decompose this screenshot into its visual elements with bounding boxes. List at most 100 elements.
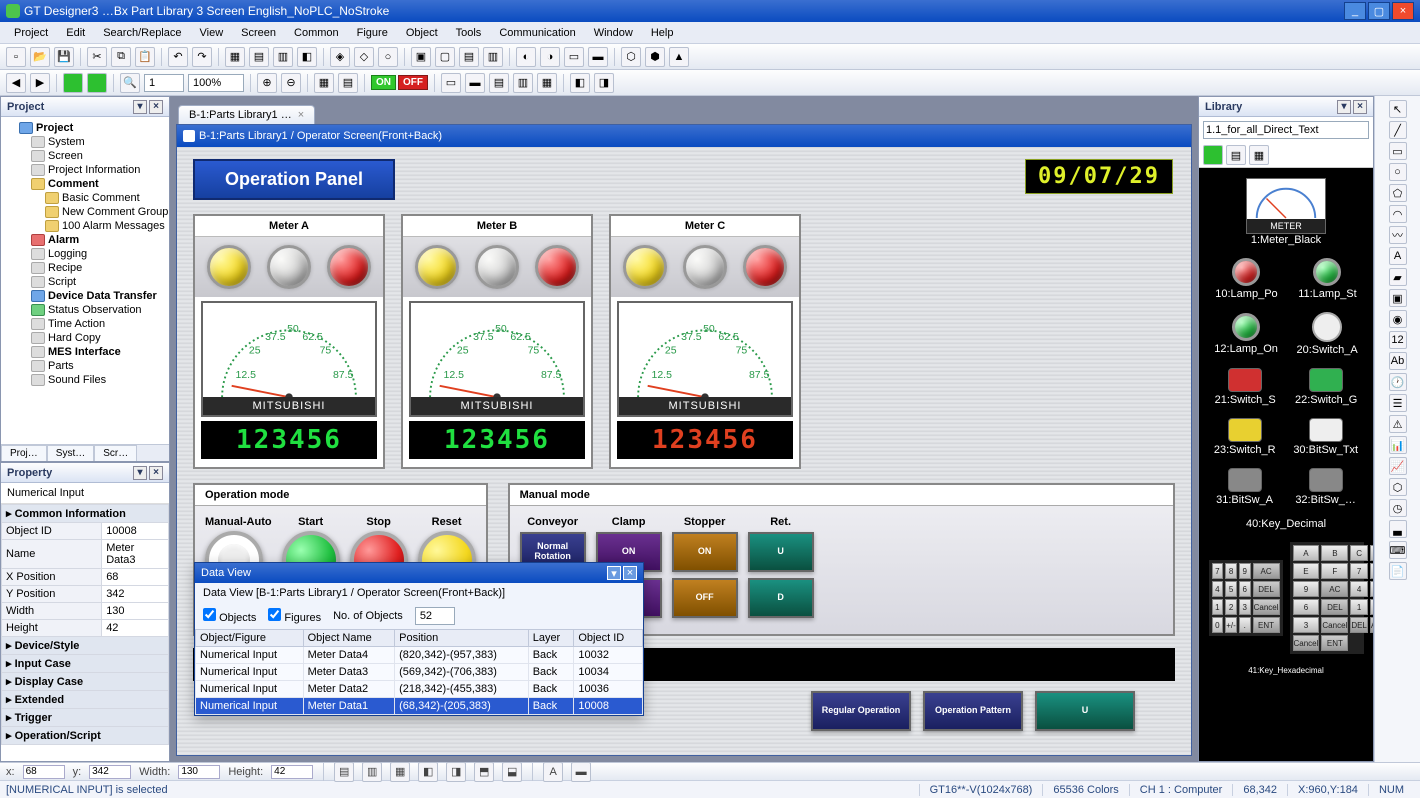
tool-icon[interactable]: ▭ xyxy=(441,73,461,93)
keypad-key[interactable]: A xyxy=(1293,545,1320,561)
menu-figure[interactable]: Figure xyxy=(349,25,396,41)
manual-button[interactable]: OFF xyxy=(672,578,738,618)
keypad-key[interactable]: 7 xyxy=(1350,563,1368,579)
property-row[interactable]: Object ID10008 xyxy=(2,523,169,540)
table-row[interactable]: Numerical InputMeter Data3(569,342)-(706… xyxy=(196,664,643,681)
keypad-key[interactable]: DEL xyxy=(1321,599,1348,615)
x-input[interactable] xyxy=(23,765,65,779)
tree-item[interactable]: Time Action xyxy=(5,317,165,331)
align-icon[interactable]: ▤ xyxy=(334,762,354,782)
tool-icon[interactable]: ▤ xyxy=(249,47,269,67)
arrow-icon[interactable]: ↖ xyxy=(1389,100,1407,118)
lamp-red[interactable] xyxy=(535,245,579,289)
align-icon[interactable]: ▥ xyxy=(362,762,382,782)
table-row[interactable]: Numerical InputMeter Data2(218,342)-(455… xyxy=(196,681,643,698)
analog-gauge[interactable]: 05010012.52537.562.57587.5MITSUBISHI xyxy=(409,301,585,417)
nav-icon[interactable]: ▶ xyxy=(30,73,50,93)
tool-icon[interactable]: ○ xyxy=(378,47,398,67)
property-row[interactable]: X Position68 xyxy=(2,569,169,586)
part-library-grid[interactable]: METER 1:Meter_Black 10:Lamp_Po11:Lamp_St… xyxy=(1199,168,1373,761)
lamp-yellow[interactable] xyxy=(415,245,459,289)
tree-item[interactable]: Logging xyxy=(5,247,165,261)
fill-icon[interactable]: ▰ xyxy=(1389,268,1407,286)
align-icon[interactable]: ▦ xyxy=(390,762,410,782)
keypad-key[interactable]: E xyxy=(1293,563,1320,579)
manual-button[interactable]: ON xyxy=(672,532,738,572)
poly-icon[interactable]: ⬠ xyxy=(1389,184,1407,202)
keypad-key[interactable]: 6 xyxy=(1239,581,1251,597)
library-item[interactable]: 20:Switch_A xyxy=(1297,312,1358,356)
lib-tool-icon[interactable]: ▤ xyxy=(1226,145,1246,165)
data-view-table[interactable]: Object/FigureObject NamePositionLayerObj… xyxy=(195,629,643,715)
keypad-key[interactable]: 2 xyxy=(1225,599,1237,615)
tool-icon[interactable]: ◑ xyxy=(540,47,560,67)
nav-button[interactable]: Regular Operation xyxy=(811,691,911,731)
meter-icon[interactable]: ◷ xyxy=(1389,499,1407,517)
library-dropdown[interactable] xyxy=(1203,121,1369,139)
tool-icon[interactable]: ▣ xyxy=(411,47,431,67)
analog-gauge[interactable]: 05010012.52537.562.57587.5MITSUBISHI xyxy=(617,301,793,417)
menu-edit[interactable]: Edit xyxy=(58,25,93,41)
clock-icon[interactable]: 🕐 xyxy=(1389,373,1407,391)
keypad-key[interactable]: 7 xyxy=(1212,563,1224,579)
paste-icon[interactable]: 📋 xyxy=(135,47,155,67)
lamp-red[interactable] xyxy=(743,245,787,289)
keypad-key[interactable]: 4 xyxy=(1212,581,1224,597)
y-input[interactable] xyxy=(89,765,131,779)
keypad-key[interactable]: D xyxy=(1370,545,1373,561)
tree-item[interactable]: Alarm xyxy=(5,233,165,247)
keypad-key[interactable]: Cancel xyxy=(1321,617,1348,633)
tool-icon[interactable]: ▦ xyxy=(225,47,245,67)
list-icon[interactable]: ☰ xyxy=(1389,394,1407,412)
property-row[interactable]: Width130 xyxy=(2,603,169,620)
lamp-gray[interactable] xyxy=(475,245,519,289)
menu-help[interactable]: Help xyxy=(643,25,682,41)
keypad-key[interactable]: ENT xyxy=(1253,617,1280,633)
panel-pin-icon[interactable]: ▾ xyxy=(1337,100,1351,114)
library-item[interactable]: 30:BitSw_Txt xyxy=(1293,418,1358,456)
keypad-key[interactable]: 8 xyxy=(1225,563,1237,579)
keypad-key[interactable]: AC xyxy=(1370,617,1373,633)
library-item[interactable]: 22:Switch_G xyxy=(1295,368,1357,406)
tab-close-icon[interactable]: × xyxy=(298,109,304,121)
ascii-icon[interactable]: Ab xyxy=(1389,352,1407,370)
slider-icon[interactable]: ▃ xyxy=(1389,520,1407,538)
window-close-button[interactable]: × xyxy=(1392,2,1414,20)
play-icon[interactable] xyxy=(63,73,83,93)
lamp-gray[interactable] xyxy=(683,245,727,289)
tool-icon[interactable]: ◧ xyxy=(570,73,590,93)
tree-item[interactable]: Sound Files xyxy=(5,373,165,387)
grid-icon[interactable]: ▦ xyxy=(314,73,334,93)
rect-icon[interactable]: ▭ xyxy=(1389,142,1407,160)
keypad-key[interactable]: 0 xyxy=(1212,617,1224,633)
tool-icon[interactable]: ▢ xyxy=(435,47,455,67)
tree-item[interactable]: Screen xyxy=(5,149,165,163)
tool-icon[interactable]: ◧ xyxy=(297,47,317,67)
canvas-tab[interactable]: B-1:Parts Library1 …× xyxy=(178,105,315,124)
table-row[interactable]: Numerical InputMeter Data4(820,342)-(957… xyxy=(196,647,643,664)
zoom-input[interactable] xyxy=(144,74,184,92)
curve-icon[interactable]: 〰 xyxy=(1389,226,1407,244)
open-icon[interactable]: 📂 xyxy=(30,47,50,67)
library-item[interactable]: 32:BitSw_… xyxy=(1295,468,1356,506)
close-icon[interactable]: × xyxy=(623,566,637,580)
on-off-toggle[interactable]: ONOFF xyxy=(371,75,428,90)
switch-icon[interactable]: ▣ xyxy=(1389,289,1407,307)
manual-button[interactable]: U xyxy=(748,532,814,572)
menu-window[interactable]: Window xyxy=(586,25,641,41)
tool-icon[interactable]: ▬ xyxy=(465,73,485,93)
zoom-in-icon[interactable]: ⊕ xyxy=(257,73,277,93)
tool-icon[interactable]: ▬ xyxy=(588,47,608,67)
objects-checkbox[interactable]: Objects xyxy=(203,608,256,624)
width-input[interactable] xyxy=(178,765,220,779)
nav-button[interactable]: U xyxy=(1035,691,1135,731)
manual-button[interactable]: D xyxy=(748,578,814,618)
tool-icon[interactable]: ▥ xyxy=(273,47,293,67)
lamp-gray[interactable] xyxy=(267,245,311,289)
keypad-key[interactable]: DEL xyxy=(1253,581,1280,597)
panel-pin-icon[interactable]: ▾ xyxy=(133,466,147,480)
data-view-window[interactable]: Data View ▾× Data View [B-1:Parts Librar… xyxy=(194,562,644,716)
keypad-key[interactable]: 9 xyxy=(1293,581,1320,597)
lamp-yellow[interactable] xyxy=(623,245,667,289)
tool-icon[interactable]: ◐ xyxy=(516,47,536,67)
